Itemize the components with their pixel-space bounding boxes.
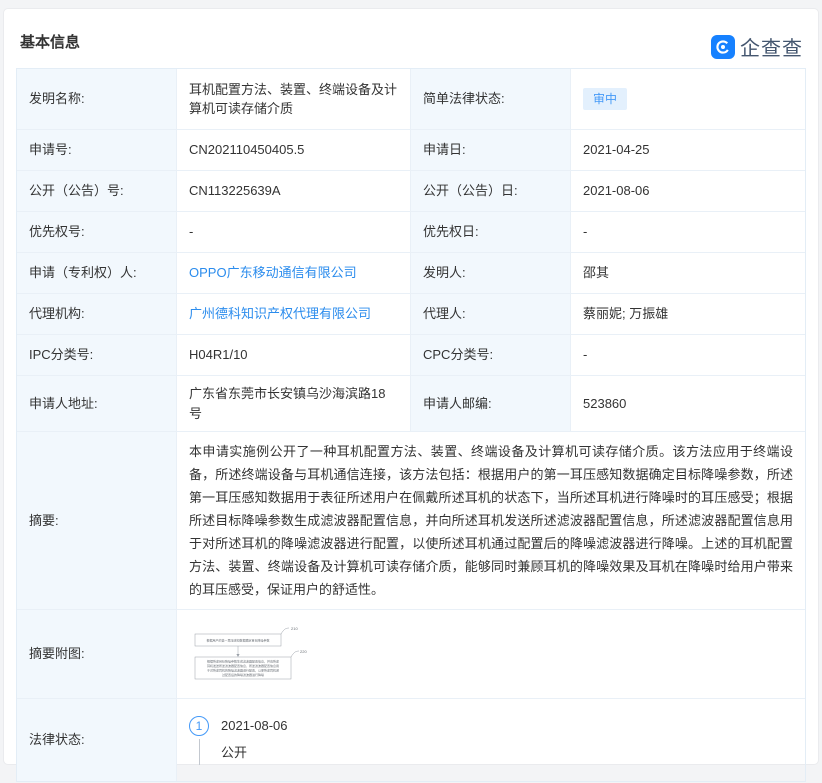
row-applicant-inventor: 申请（专利权）人: OPPO广东移动通信有限公司 发明人: 邵其 xyxy=(17,253,805,294)
row-priority: 优先权号: - 优先权日: - xyxy=(17,212,805,253)
agency-company-link[interactable]: 广州德科知识产权代理有限公司 xyxy=(189,304,371,324)
figure-step2-ref: 220 xyxy=(300,649,307,654)
legal-status-timeline: 1 2021-08-06 公开 xyxy=(189,716,288,765)
qichacha-logo-icon xyxy=(711,35,735,59)
invention-name-value: 耳机配置方法、装置、终端设备及计算机可读存储介质 xyxy=(177,69,411,129)
publication-date-label: 公开（公告）日: xyxy=(411,171,571,211)
applicant-postcode-label: 申请人邮编: xyxy=(411,376,571,431)
applicant-address-value: 广东省东莞市长安镇乌沙海滨路18号 xyxy=(177,376,411,431)
abstract-figure-label: 摘要附图: xyxy=(17,610,177,698)
applicant-address-label: 申请人地址: xyxy=(17,376,177,431)
publication-no-value: CN113225639A xyxy=(177,171,411,211)
ipc-class-value: H04R1/10 xyxy=(177,335,411,375)
cpc-class-label: CPC分类号: xyxy=(411,335,571,375)
figure-step2-text-line2: 耳机发送所述滤波器配置信息，所述滤波器配置信息用 xyxy=(207,663,279,668)
status-badge: 审中 xyxy=(583,88,627,110)
timeline-index-badge: 1 xyxy=(189,716,209,736)
invention-name-label: 发明名称: xyxy=(17,69,177,129)
priority-date-value: - xyxy=(571,212,805,252)
row-legal-status: 法律状态: 1 2021-08-06 公开 xyxy=(17,699,805,781)
applicant-company-link[interactable]: OPPO广东移动通信有限公司 xyxy=(189,263,357,283)
page-title: 基本信息 xyxy=(20,31,806,52)
applicant-postcode-value: 523860 xyxy=(571,376,805,431)
row-agency-agent: 代理机构: 广州德科知识产权代理有限公司 代理人: 蔡丽妮; 万振雄 xyxy=(17,294,805,335)
legal-status-value: 1 2021-08-06 公开 xyxy=(177,699,805,781)
timeline-item-head: 1 2021-08-06 xyxy=(189,716,288,736)
row-classification: IPC分类号: H04R1/10 CPC分类号: - xyxy=(17,335,805,376)
timeline-connector-line xyxy=(199,739,200,765)
cpc-class-value: - xyxy=(571,335,805,375)
agency-label: 代理机构: xyxy=(17,294,177,334)
row-application: 申请号: CN202110450405.5 申请日: 2021-04-25 xyxy=(17,130,805,171)
simple-legal-status-label: 简单法律状态: xyxy=(411,69,571,129)
applicant-label: 申请（专利权）人: xyxy=(17,253,177,293)
basic-info-card: 基本信息 企查查 发明名称: 耳机配置方法、装置、终端设备及计算机可读存储介质 … xyxy=(3,8,819,765)
abstract-figure-value: 根据用户的第一耳压感知数据确定目标降噪参数 210 根据所述目标降噪参数生成滤波… xyxy=(177,610,805,698)
timeline-date: 2021-08-06 xyxy=(221,716,288,736)
legal-status-label: 法律状态: xyxy=(17,699,177,781)
qichacha-logo-text: 企查查 xyxy=(740,32,803,61)
agent-value: 蔡丽妮; 万振雄 xyxy=(571,294,805,334)
application-no-value: CN202110450405.5 xyxy=(177,130,411,170)
inventor-value: 邵其 xyxy=(571,253,805,293)
figure-step2-text-line3: 于对所述耳机的降噪滤波器进行配置，以使所述耳机通 xyxy=(207,668,279,673)
application-no-label: 申请号: xyxy=(17,130,177,170)
abstract-figure-thumbnail[interactable]: 根据用户的第一耳压感知数据确定目标降噪参数 210 根据所述目标降噪参数生成滤波… xyxy=(189,624,307,684)
simple-legal-status-value: 审中 xyxy=(571,69,805,129)
abstract-label: 摘要: xyxy=(17,432,177,609)
abstract-text: 本申请实施例公开了一种耳机配置方法、装置、终端设备及计算机可读存储介质。该方法应… xyxy=(189,440,793,601)
inventor-label: 发明人: xyxy=(411,253,571,293)
row-publication: 公开（公告）号: CN113225639A 公开（公告）日: 2021-08-0… xyxy=(17,171,805,212)
application-date-value: 2021-04-25 xyxy=(571,130,805,170)
abstract-value: 本申请实施例公开了一种耳机配置方法、装置、终端设备及计算机可读存储介质。该方法应… xyxy=(177,432,805,609)
row-invention-legal: 发明名称: 耳机配置方法、装置、终端设备及计算机可读存储介质 简单法律状态: 审… xyxy=(17,69,805,130)
row-abstract-figure: 摘要附图: 根据用户的第一耳压感知数据确定目标降噪参数 210 根据所述目标降噪… xyxy=(17,610,805,699)
timeline-status: 公开 xyxy=(221,743,247,765)
figure-step2-text-line1: 根据所述目标降噪参数生成滤波器配置信息，并向所述 xyxy=(207,659,279,664)
application-date-label: 申请日: xyxy=(411,130,571,170)
ipc-class-label: IPC分类号: xyxy=(17,335,177,375)
basic-info-table: 发明名称: 耳机配置方法、装置、终端设备及计算机可读存储介质 简单法律状态: 审… xyxy=(16,68,806,782)
agent-label: 代理人: xyxy=(411,294,571,334)
timeline-item-body: 公开 xyxy=(189,739,288,765)
applicant-value: OPPO广东移动通信有限公司 xyxy=(177,253,411,293)
figure-step1-ref: 210 xyxy=(291,626,298,631)
row-address-postcode: 申请人地址: 广东省东莞市长安镇乌沙海滨路18号 申请人邮编: 523860 xyxy=(17,376,805,432)
priority-no-value: - xyxy=(177,212,411,252)
priority-date-label: 优先权日: xyxy=(411,212,571,252)
row-abstract: 摘要: 本申请实施例公开了一种耳机配置方法、装置、终端设备及计算机可读存储介质。… xyxy=(17,432,805,610)
figure-step2-text-line4: 过配置后的降噪滤波器进行降噪 xyxy=(222,672,264,677)
agency-value: 广州德科知识产权代理有限公司 xyxy=(177,294,411,334)
qichacha-logo[interactable]: 企查查 xyxy=(711,32,803,61)
figure-step1-text: 根据用户的第一耳压感知数据确定目标降噪参数 xyxy=(206,638,269,643)
publication-no-label: 公开（公告）号: xyxy=(17,171,177,211)
publication-date-value: 2021-08-06 xyxy=(571,171,805,211)
priority-no-label: 优先权号: xyxy=(17,212,177,252)
